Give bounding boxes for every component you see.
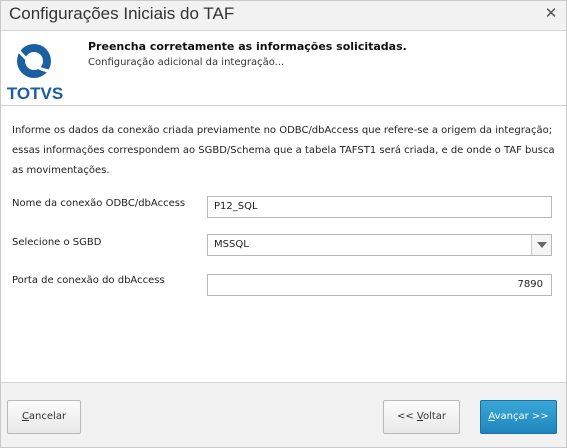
sgbd-selected-value: MSSQL xyxy=(214,239,249,250)
cancel-label: ancelar xyxy=(28,411,67,422)
button-bar: Cancelar << Voltar Avançar >> xyxy=(1,382,566,447)
port-input[interactable]: 7890 xyxy=(207,274,552,296)
chevron-down-icon[interactable] xyxy=(531,235,551,255)
form-area: Informe os dados da conexão criada previ… xyxy=(1,107,566,382)
wizard-header: TOTVS Preencha corretamente as informaçõ… xyxy=(1,32,566,106)
brand-text: TOTVS xyxy=(7,84,63,103)
back-label: oltar xyxy=(422,411,447,422)
next-button[interactable]: Avançar >> xyxy=(480,400,557,434)
port-value: 7890 xyxy=(517,279,543,290)
info-text: Informe os dados da conexão criada previ… xyxy=(12,125,555,176)
cancel-button[interactable]: Cancelar xyxy=(7,400,81,434)
title-bar: Configurações Iniciais do TAF ✕ xyxy=(1,1,566,31)
next-label: vançar >> xyxy=(494,411,549,422)
dialog-window: Configurações Iniciais do TAF ✕ TOTVS Pr… xyxy=(0,0,567,448)
totvs-logo-icon: TOTVS xyxy=(7,44,63,103)
sgbd-select[interactable]: MSSQL xyxy=(207,234,552,256)
window-title: Configurações Iniciais do TAF xyxy=(9,4,235,23)
header-title: Preencha corretamente as informações sol… xyxy=(88,40,407,53)
close-icon[interactable]: ✕ xyxy=(542,5,560,23)
sgbd-label: Selecione o SGBD xyxy=(12,237,102,248)
connection-label: Nome da conexão ODBC/dbAccess xyxy=(12,198,186,209)
back-button[interactable]: << Voltar xyxy=(383,400,460,434)
port-label: Porta de conexão do dbAccess xyxy=(12,275,165,286)
connection-name-value: P12_SQL xyxy=(214,201,258,212)
back-prefix: << xyxy=(396,411,417,422)
cancel-accelerator: C xyxy=(21,411,29,422)
connection-name-input[interactable]: P12_SQL xyxy=(207,196,552,218)
header-subtitle: Configuração adicional da integração... xyxy=(88,57,285,68)
